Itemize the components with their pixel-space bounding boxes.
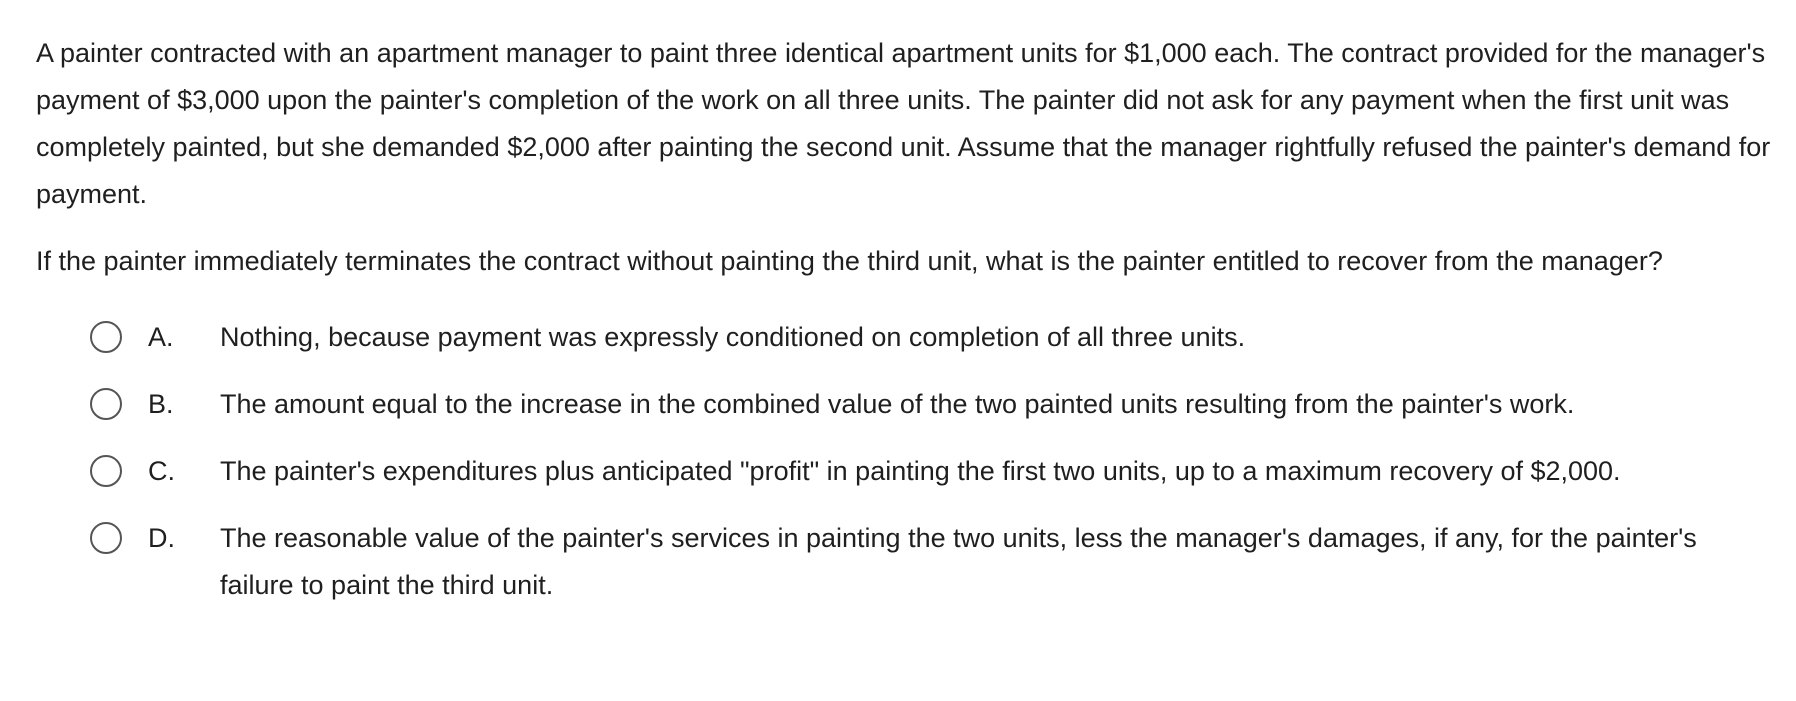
option-letter: B. xyxy=(148,389,174,419)
question-stem-paragraph-1: A painter contracted with an apartment m… xyxy=(36,38,1771,209)
question-page: A painter contracted with an apartment m… xyxy=(0,0,1796,701)
option-letter: C. xyxy=(148,456,175,486)
radio-button-unselected-icon[interactable] xyxy=(90,388,122,420)
option-text: Nothing, because payment was expressly c… xyxy=(220,322,1246,352)
answer-option-b[interactable]: B. The amount equal to the increase in t… xyxy=(36,381,1796,428)
radio-button-unselected-icon[interactable] xyxy=(90,522,122,554)
option-letter: A. xyxy=(148,322,174,352)
option-text: The amount equal to the increase in the … xyxy=(220,389,1575,419)
option-text: The painter's expenditures plus anticipa… xyxy=(220,456,1621,486)
answer-option-d[interactable]: D. The reasonable value of the painter's… xyxy=(36,515,1796,609)
question-stem-paragraph-2: If the painter immediately terminates th… xyxy=(36,246,1663,276)
answer-option-a[interactable]: A. Nothing, because payment was expressl… xyxy=(36,314,1796,361)
radio-button-unselected-icon[interactable] xyxy=(90,321,122,353)
answer-option-c[interactable]: C. The painter's expenditures plus antic… xyxy=(36,448,1796,495)
option-text: The reasonable value of the painter's se… xyxy=(220,523,1697,600)
radio-button-unselected-icon[interactable] xyxy=(90,455,122,487)
answer-options-list: A. Nothing, because payment was expressl… xyxy=(36,314,1796,609)
option-letter: D. xyxy=(148,523,175,553)
